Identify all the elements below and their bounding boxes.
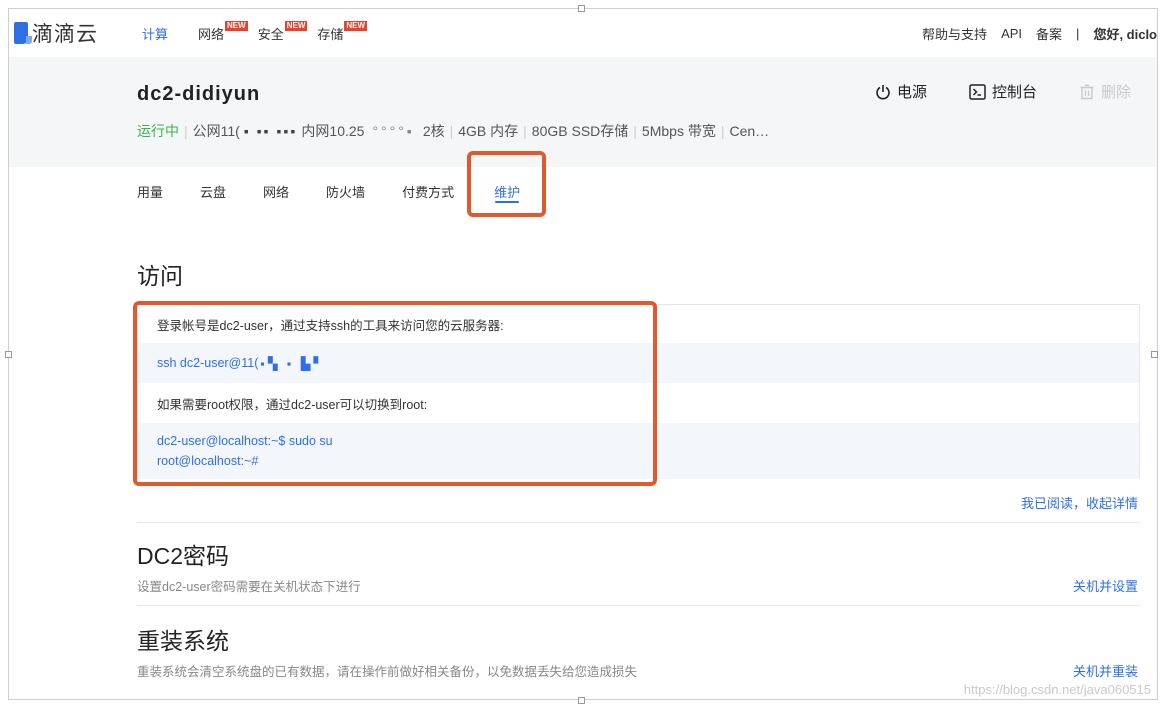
shutdown-and-set-link[interactable]: 关机并设置 — [1073, 576, 1138, 595]
power-label: 电源 — [896, 84, 927, 101]
nav-item-security[interactable]: 安全 NEW — [258, 9, 308, 57]
nav-item-label: 存储 — [317, 26, 344, 42]
resize-handle-right[interactable] — [1151, 351, 1158, 358]
nav-item-network[interactable]: 网络 NEW — [198, 9, 248, 57]
tab-billing[interactable]: 付费方式 — [402, 167, 454, 215]
nav-separator: | — [1076, 25, 1080, 41]
power-icon — [876, 84, 890, 99]
access-info-box: 登录帐号是dc2-user，通过支持ssh的工具来访问您的云服务器: ssh d… — [137, 304, 1140, 479]
reinstall-title: 重装系统 — [137, 628, 229, 654]
ssh-command-row: ssh dc2-user@11( ▪▚ ▪ ▙▘ — [138, 343, 1139, 383]
root-hint-row: 如果需要root权限，通过dc2-user可以切换到root: — [138, 383, 1139, 423]
nav-item-label: 计算 — [142, 26, 169, 42]
power-button[interactable]: 电源 — [875, 81, 927, 102]
tab-cloud-disk[interactable]: 云盘 — [200, 167, 226, 215]
new-badge: NEW — [225, 21, 248, 31]
section-divider — [137, 605, 1140, 606]
tab-maintenance[interactable]: 维护 — [494, 167, 520, 215]
meta-separator: | — [633, 123, 637, 139]
screenshot-frame: 滴滴云 计算 网络 NEW 安全 NEW 存储 NEW 帮助与支持 API 备案… — [8, 8, 1158, 700]
section-divider — [137, 522, 1140, 523]
tab-usage[interactable]: 用量 — [137, 167, 163, 215]
password-title: DC2密码 — [137, 543, 230, 569]
redacted-ip: °°°°▪ — [372, 123, 415, 139]
trash-icon — [1080, 84, 1094, 99]
server-tabs: 用量 云盘 网络 防火墙 付费方式 维护 — [137, 167, 557, 215]
logo-text: 滴滴云 — [32, 23, 98, 46]
private-ip: 内网10.25 — [301, 123, 365, 139]
login-hint-row: 登录帐号是dc2-user，通过支持ssh的工具来访问您的云服务器: — [138, 305, 1139, 343]
logo[interactable]: 滴滴云 — [14, 18, 124, 48]
nav-item-storage[interactable]: 存储 NEW — [317, 9, 368, 57]
switch-root-row: dc2-user@localhost:~$ sudo su root@local… — [138, 423, 1139, 479]
delete-button[interactable]: 删除 — [1079, 81, 1131, 102]
public-ip: 公网11( — [192, 123, 240, 139]
nav-item-label: 网络 — [198, 26, 225, 42]
status-running: 运行中 — [137, 123, 179, 139]
api-link[interactable]: API — [1001, 26, 1022, 41]
resize-handle-left[interactable] — [5, 351, 12, 358]
help-link[interactable]: 帮助与支持 — [922, 24, 987, 43]
redacted-ip: ▪▚ ▪ ▙▘ — [260, 356, 327, 371]
os-spec: Cen… — [729, 123, 770, 139]
root-prompt-line[interactable]: root@localhost:~# — [157, 451, 333, 471]
resize-handle-bottom[interactable] — [578, 697, 585, 704]
collapse-details-link[interactable]: 我已阅读，收起详情 — [1021, 493, 1138, 512]
new-badge: NEW — [284, 21, 308, 31]
meta-separator: | — [720, 123, 725, 139]
access-title: 访问 — [137, 263, 183, 289]
server-meta: 运行中 | 公网11( ▪ ▪▪ ▪▪▪ 内网10.25 °°°°▪ 2核 | … — [137, 121, 769, 141]
logo-icon — [14, 22, 32, 44]
server-actions: 电源 控制台 删除 — [875, 81, 1157, 102]
redacted-ip: ▪ ▪▪ ▪▪▪ — [243, 123, 298, 139]
delete-label: 删除 — [1100, 84, 1131, 101]
switch-root-code: dc2-user@localhost:~$ sudo su root@local… — [157, 431, 333, 471]
console-button[interactable]: 控制台 — [969, 81, 1037, 102]
meta-separator: | — [523, 123, 527, 139]
nav-item-label: 安全 — [257, 26, 284, 42]
cpu-spec: 2核 — [422, 123, 445, 139]
meta-separator: | — [449, 123, 454, 139]
watermark: https://blog.csdn.net/java060515 — [963, 682, 1151, 697]
tab-firewall[interactable]: 防火墙 — [326, 167, 365, 215]
memory-spec: 4GB 内存 — [458, 123, 519, 139]
resize-handle-top[interactable] — [578, 5, 585, 12]
tab-network[interactable]: 网络 — [263, 167, 289, 215]
server-name: dc2-didiyun — [137, 83, 261, 105]
server-header: dc2-didiyun 运行中 | 公网11( ▪ ▪▪ ▪▪▪ 内网10.25… — [9, 57, 1157, 167]
ssh-command[interactable]: ssh dc2-user@11( — [157, 356, 258, 370]
shutdown-and-reinstall-link[interactable]: 关机并重装 — [1073, 661, 1138, 680]
sudo-line[interactable]: dc2-user@localhost:~$ sudo su — [157, 431, 333, 451]
nav-item-compute[interactable]: 计算 — [142, 9, 168, 57]
password-desc: 设置dc2-user密码需要在关机状态下进行 — [137, 580, 361, 594]
top-nav: 滴滴云 计算 网络 NEW 安全 NEW 存储 NEW 帮助与支持 API 备案… — [9, 9, 1157, 57]
login-hint: 登录帐号是dc2-user，通过支持ssh的工具来访问您的云服务器: — [157, 318, 504, 333]
meta-separator: | — [184, 123, 188, 139]
root-hint: 如果需要root权限，通过dc2-user可以切换到root: — [157, 397, 428, 412]
bandwidth-spec: 5Mbps 带宽 — [641, 123, 716, 139]
disk-spec: 80GB SSD存储 — [531, 123, 629, 139]
new-badge: NEW — [344, 21, 368, 31]
filing-link[interactable]: 备案 — [1036, 24, 1062, 43]
nav-right: 帮助与支持 API 备案 | 您好, diclo — [908, 24, 1157, 43]
user-greeting[interactable]: 您好, diclo — [1093, 24, 1157, 43]
reinstall-desc: 重装系统会清空系统盘的已有数据，请在操作前做好相关备份，以免数据丢失给您造成损失 — [137, 665, 638, 679]
console-label: 控制台 — [991, 84, 1037, 101]
console-icon — [969, 83, 986, 100]
